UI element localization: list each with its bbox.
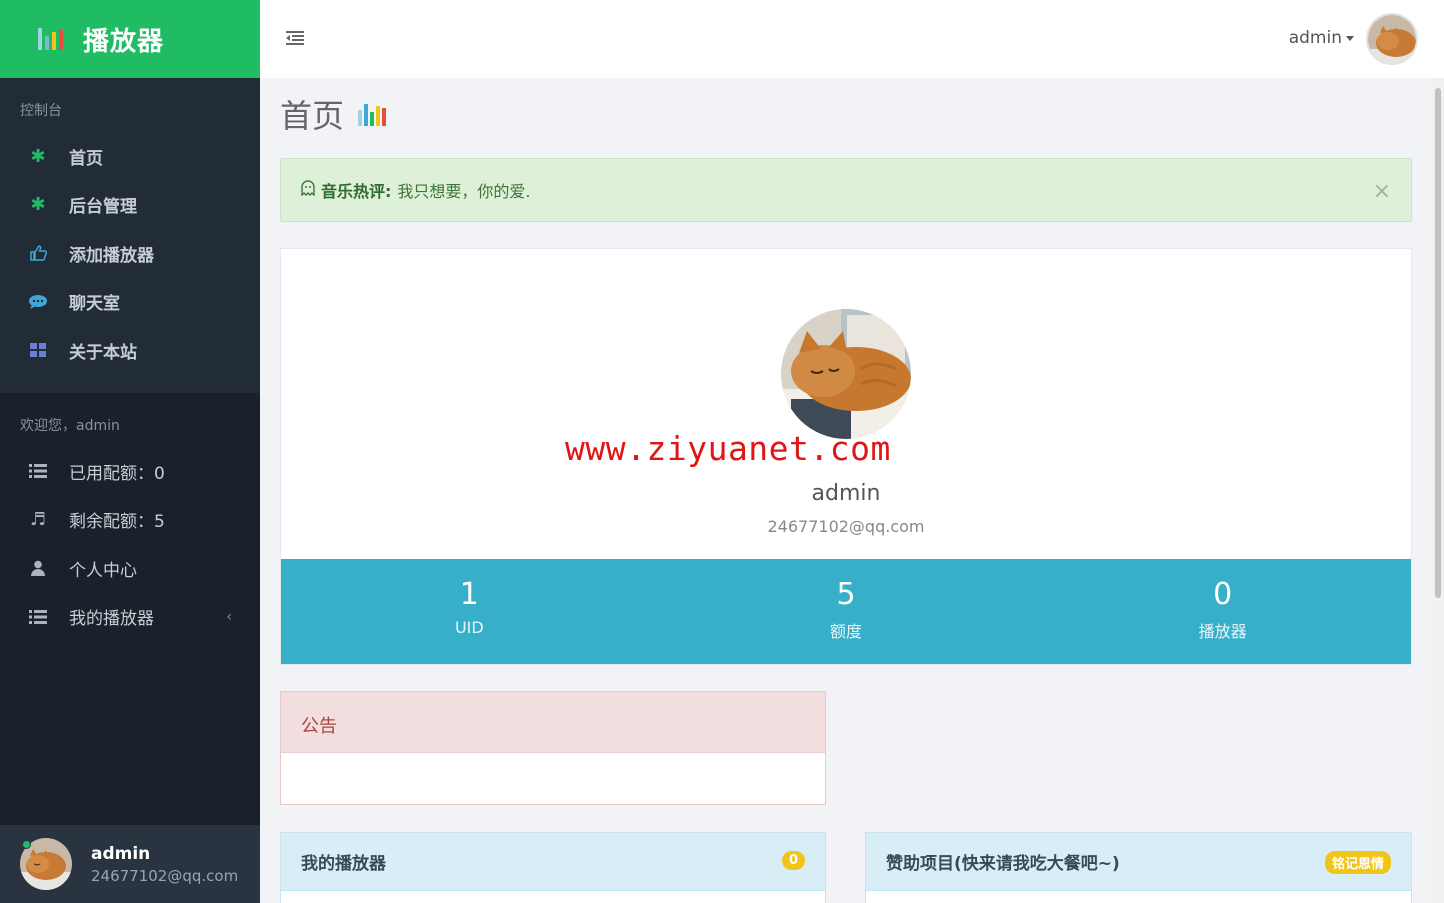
stat-players: 0 播放器 (1034, 559, 1411, 664)
sidebar-item-chatroom[interactable]: 聊天室 (0, 278, 260, 327)
sidebar-item-label: 我的播放器 (69, 609, 154, 630)
list-icon (28, 462, 48, 480)
caret-down-icon (1346, 35, 1354, 41)
list-icon (28, 608, 48, 626)
hot-comment-alert: 音乐热评: 我只想要，你的爱. × (280, 158, 1412, 222)
sponsor-panel-header: 赞助项目(快来请我吃大餐吧~) 铭记恩情 (866, 833, 1411, 891)
asterisk-icon: ✱ (30, 145, 46, 167)
stat-value: 5 (836, 577, 856, 612)
online-status-dot (22, 840, 31, 849)
sidebar: 播放器 控制台 ✱ 首页 ✱ 后台管理 添加播放器 聊天室 关于本站 欢迎您，a… (0, 0, 260, 903)
sidebar-item-about[interactable]: 关于本站 (0, 326, 260, 375)
close-icon[interactable]: × (1373, 179, 1391, 204)
sidebar-item-profile[interactable]: 个人中心 (0, 544, 260, 593)
sidebar-item-used-quota[interactable]: 已用配额：0 (0, 447, 260, 496)
profile-stats: 1 UID 5 额度 0 播放器 (281, 559, 1411, 664)
avatar (781, 309, 911, 439)
page-title-text: 首页 (280, 97, 345, 135)
nav-heading-welcome: 欢迎您，admin (20, 418, 120, 434)
sponsor-panel-title: 赞助项目(快来请我吃大餐吧~) (886, 854, 1120, 874)
main-content: 首页 音乐热评: 我只想要，你的爱. × www.ziyuanet.com ad… (280, 78, 1412, 903)
sidebar-item-label: 首页 (69, 148, 103, 169)
sidebar-user-name: admin (91, 843, 151, 864)
profile-card: www.ziyuanet.com admin 24677102@qq.com 1… (280, 248, 1412, 665)
sidebar-item-home[interactable]: ✱ 首页 (0, 132, 260, 181)
my-players-panel-title: 我的播放器 (301, 854, 386, 874)
stat-label: UID (454, 618, 484, 637)
ghost-icon (301, 180, 315, 200)
sidebar-item-admin[interactable]: ✱ 后台管理 (0, 181, 260, 230)
profile-email: 24677102@qq.com (767, 517, 925, 536)
sidebar-user-panel[interactable]: admin 24677102@qq.com (0, 825, 260, 903)
music-note-icon: ♬ (29, 509, 47, 531)
sponsor-badge: 铭记恩情 (1324, 851, 1391, 874)
top-navbar: admin (260, 0, 1444, 78)
stat-label: 播放器 (1198, 622, 1247, 641)
nav-heading-console: 控制台 (20, 103, 62, 119)
notice-panel-title: 公告 (281, 692, 825, 753)
sponsor-panel: 赞助项目(快来请我吃大餐吧~) 铭记恩情 (865, 832, 1412, 903)
sidebar-item-label: 聊天室 (69, 294, 120, 315)
watermark-text: www.ziyuanet.com (565, 429, 891, 468)
sidebar-item-label: 添加播放器 (69, 245, 154, 266)
sidebar-item-label: 已用配额：0 (69, 463, 165, 484)
my-players-panel-header: 我的播放器 0 (281, 833, 825, 891)
my-players-panel: 我的播放器 0 (280, 832, 826, 903)
alert-label: 音乐热评: (321, 182, 392, 201)
chevron-left-icon: ‹ (226, 608, 232, 625)
count-badge: 0 (781, 851, 805, 870)
stat-uid: 1 UID (281, 559, 658, 664)
scrollbar-thumb[interactable] (1435, 88, 1441, 598)
asterisk-icon: ✱ (30, 194, 46, 216)
brand-title: 播放器 (83, 26, 165, 57)
stat-value: 0 (1213, 577, 1233, 612)
sidebar-item-label: 关于本站 (69, 342, 137, 363)
user-dropdown-label: admin (1288, 28, 1342, 48)
profile-name: admin (811, 481, 881, 506)
page-title: 首页 (280, 78, 1412, 150)
bar-chart-icon (358, 102, 387, 126)
sidebar-item-add-player[interactable]: 添加播放器 (0, 229, 260, 278)
user-dropdown[interactable]: admin (1289, 28, 1354, 48)
sidebar-item-my-players[interactable]: 我的播放器 ‹ (0, 593, 260, 642)
stat-quota: 5 额度 (658, 559, 1035, 664)
page-scrollbar[interactable] (1432, 78, 1444, 903)
sidebar-item-label: 后台管理 (69, 197, 137, 218)
sidebar-item-label: 个人中心 (69, 560, 137, 581)
grid-icon (28, 341, 48, 359)
sidebar-item-label: 剩余配额：5 (69, 512, 165, 533)
console-nav: 控制台 ✱ 首页 ✱ 后台管理 添加播放器 聊天室 关于本站 (0, 78, 260, 393)
notice-panel: 公告 (280, 691, 826, 805)
stat-value: 1 (459, 577, 479, 612)
menu-toggle-icon[interactable] (286, 30, 304, 46)
thumbs-up-icon (28, 244, 48, 262)
account-nav: 欢迎您，admin 已用配额：0 ♬ 剩余配额：5 个人中心 我的播放器 ‹ (0, 393, 260, 825)
stat-label: 额度 (830, 622, 863, 641)
bar-chart-logo-icon (38, 28, 63, 50)
alert-text: 我只想要，你的爱. (397, 182, 531, 201)
chat-bubble-icon (28, 293, 48, 311)
sidebar-user-email: 24677102@qq.com (91, 866, 239, 885)
brand[interactable]: 播放器 (0, 0, 260, 78)
sidebar-item-remaining-quota[interactable]: ♬ 剩余配额：5 (0, 496, 260, 545)
avatar[interactable] (1366, 13, 1418, 65)
user-icon (28, 559, 48, 577)
